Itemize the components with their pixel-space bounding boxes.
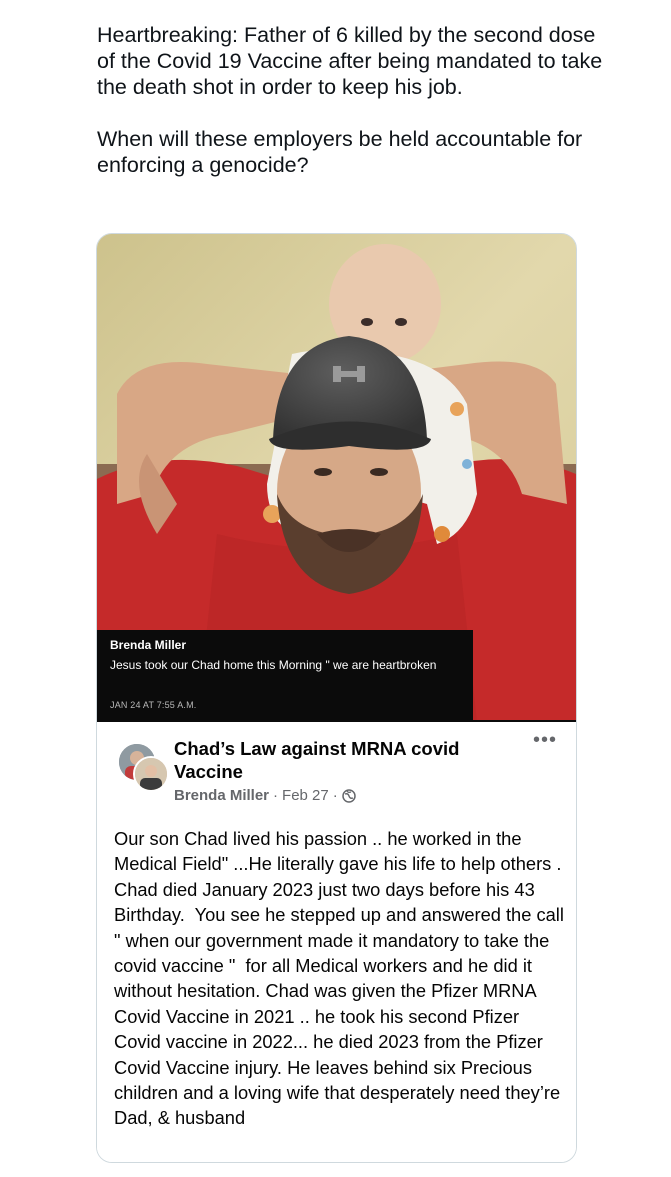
- avatar-secondary: [133, 756, 169, 792]
- caption-author: Brenda Miller: [110, 638, 187, 652]
- facebook-post: Chad’s Law against MRNA covid Vaccine ••…: [97, 724, 576, 1162]
- post-meta: Brenda Miller · Feb 27 ·: [174, 787, 356, 804]
- caption-timestamp: JAN 24 AT 7:55 A.M.: [110, 700, 197, 710]
- more-options-icon[interactable]: •••: [531, 730, 559, 750]
- author-link[interactable]: Brenda Miller: [174, 787, 269, 804]
- caption-overlay: Brenda Miller Jesus took our Chad home t…: [97, 630, 473, 720]
- media-card[interactable]: Brenda Miller Jesus took our Chad home t…: [96, 233, 577, 1163]
- photo-divider: [97, 720, 576, 722]
- globe-icon: [341, 788, 356, 803]
- post-body-text: Our son Chad lived his passion .. he wor…: [114, 828, 570, 1129]
- group-name-link[interactable]: Chad’s Law against MRNA covid Vaccine: [174, 737, 504, 783]
- post-date[interactable]: Feb 27: [282, 787, 329, 804]
- caption-text: Jesus took our Chad home this Morning " …: [110, 658, 437, 672]
- group-avatar[interactable]: [117, 742, 169, 792]
- meta-separator-2: ·: [332, 787, 338, 804]
- meta-separator: ·: [273, 787, 279, 804]
- tweet-text: Heartbreaking: Father of 6 killed by the…: [97, 23, 603, 177]
- post-photo[interactable]: Brenda Miller Jesus took our Chad home t…: [97, 234, 576, 722]
